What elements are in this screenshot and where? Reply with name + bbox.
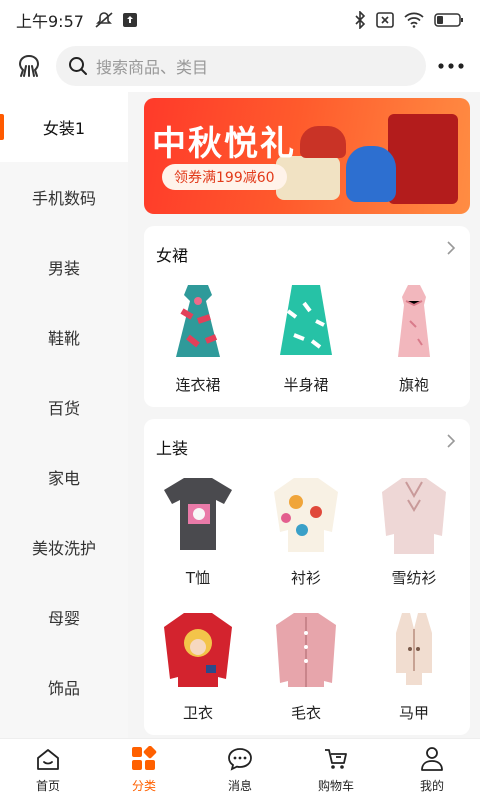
- nav-cart[interactable]: 购物车: [288, 739, 384, 800]
- sidebar-item-phones[interactable]: 手机数码: [0, 162, 128, 232]
- chevron-right-icon[interactable]: [446, 433, 456, 449]
- category-tile[interactable]: 雪纺衫: [360, 465, 468, 600]
- wifi-icon: [404, 12, 424, 28]
- category-content: 中秋悦礼 领券满199减60 女裙 连衣裙 半身裙 旗袍 上装 T恤 衬衫 雪纺…: [128, 92, 480, 738]
- section-dresses: 女裙 连衣裙 半身裙 旗袍: [144, 226, 470, 407]
- nav-home[interactable]: 首页: [0, 739, 96, 800]
- cart-icon: [322, 745, 350, 773]
- user-icon: [418, 745, 446, 773]
- sidebar-item-mens[interactable]: 男装: [0, 232, 128, 302]
- bottom-nav: 首页 分类 消息 购物车 我的: [0, 738, 480, 800]
- sweater-image: [266, 606, 346, 692]
- category-grid-icon: [130, 745, 158, 773]
- sidebar-item-beauty[interactable]: 美妆洗护: [0, 512, 128, 582]
- sweatshirt-image: [158, 606, 238, 692]
- banner-title: 中秋悦礼: [152, 124, 296, 164]
- search-icon: [69, 57, 87, 75]
- qipao-image: [374, 278, 454, 364]
- chevron-right-icon[interactable]: [446, 240, 456, 256]
- category-tile[interactable]: 毛衣: [252, 600, 360, 735]
- section-title: 女裙: [156, 246, 189, 265]
- category-tile[interactable]: 衬衫: [252, 465, 360, 600]
- chiffon-blouse-image: [374, 471, 454, 557]
- tea-jar-image: [300, 126, 346, 158]
- battery-icon: [434, 13, 463, 27]
- category-sidebar: 女装1 手机数码 男装 鞋靴 百货 家电 美妆洗护 母婴 饰品: [0, 92, 128, 738]
- sidebar-item-shoes[interactable]: 鞋靴: [0, 302, 128, 372]
- nav-profile[interactable]: 我的: [384, 739, 480, 800]
- category-tile[interactable]: 半身裙: [252, 272, 360, 407]
- sidebar-item-womens[interactable]: 女装1: [0, 92, 128, 162]
- category-tile[interactable]: T恤: [144, 465, 252, 600]
- upload-icon: [122, 13, 137, 27]
- sidebar-item-appliances[interactable]: 家电: [0, 442, 128, 512]
- search-header: 搜索商品、类目: [0, 40, 480, 92]
- sidebar-item-baby[interactable]: 母婴: [0, 582, 128, 652]
- gift-box-image: [388, 114, 458, 204]
- nav-category[interactable]: 分类: [96, 739, 192, 800]
- coupon-pill[interactable]: 领券满199减60: [162, 164, 287, 190]
- shirt-image: [266, 471, 346, 557]
- tshirt-image: [158, 471, 238, 557]
- app-logo-icon[interactable]: [12, 49, 46, 83]
- status-bar: 上午9:57: [0, 0, 480, 40]
- category-tile[interactable]: 马甲: [360, 600, 468, 735]
- status-time: 上午9:57: [16, 12, 84, 31]
- search-input[interactable]: 搜索商品、类目: [56, 46, 426, 86]
- category-tile[interactable]: 卫衣: [144, 600, 252, 735]
- nav-messages[interactable]: 消息: [192, 739, 288, 800]
- section-tops: 上装 T恤 衬衫 雪纺衫 卫衣 毛衣 马甲: [144, 419, 470, 735]
- skirt-image: [266, 278, 346, 364]
- promo-banner[interactable]: 中秋悦礼 领券满199减60: [144, 98, 470, 214]
- sim-off-icon: [376, 12, 394, 28]
- vest-image: [374, 606, 454, 692]
- category-tile[interactable]: 连衣裙: [144, 272, 252, 407]
- dress-image: [158, 278, 238, 364]
- section-title: 上装: [156, 439, 189, 458]
- sidebar-item-accessories[interactable]: 饰品: [0, 652, 128, 722]
- home-icon: [34, 745, 62, 773]
- search-placeholder: 搜索商品、类目: [96, 58, 209, 77]
- liquor-bottle-image: [346, 146, 396, 202]
- sidebar-item-general[interactable]: 百货: [0, 372, 128, 442]
- more-icon[interactable]: [434, 49, 468, 83]
- mute-icon: [95, 12, 113, 28]
- category-tile[interactable]: 旗袍: [360, 272, 468, 407]
- message-icon: [226, 745, 254, 773]
- bluetooth-icon: [355, 11, 366, 29]
